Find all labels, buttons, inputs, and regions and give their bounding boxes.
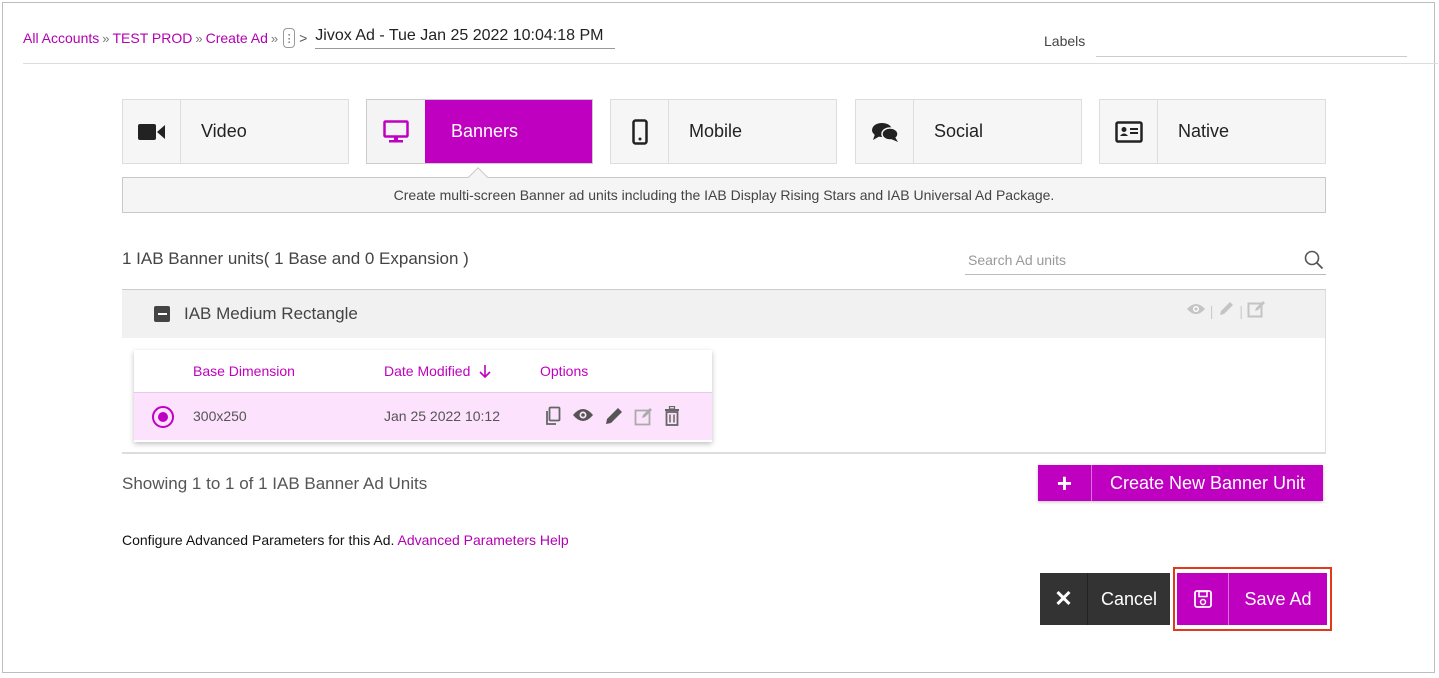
table-header: Base Dimension Date Modified Options xyxy=(134,350,712,392)
cancel-button[interactable]: ✕ Cancel xyxy=(1040,573,1170,625)
plus-icon: + xyxy=(1038,465,1092,501)
tab-description: Create multi-screen Banner ad units incl… xyxy=(122,177,1326,213)
column-label: Date Modified xyxy=(384,363,471,379)
video-camera-icon xyxy=(123,100,181,163)
save-ad-button[interactable]: Save Ad xyxy=(1177,573,1327,625)
button-label: Save Ad xyxy=(1244,588,1312,609)
tab-label: Banners xyxy=(425,100,592,163)
sort-down-arrow-icon xyxy=(479,365,491,379)
search-box xyxy=(965,245,1326,275)
breadcrumb: All Accounts » TEST PROD » Create Ad » ⋮… xyxy=(23,27,616,49)
close-icon: ✕ xyxy=(1040,573,1088,625)
edit-square-icon[interactable] xyxy=(634,406,654,429)
column-options: Options xyxy=(540,363,589,379)
breadcrumb-test-prod[interactable]: TEST PROD xyxy=(113,30,193,46)
advanced-text: Configure Advanced Parameters for this A… xyxy=(122,532,395,548)
group-actions: | | xyxy=(1186,300,1267,321)
group-title: IAB Medium Rectangle xyxy=(184,304,358,323)
ad-unit-group: IAB Medium Rectangle | | Base Dimension … xyxy=(122,289,1326,454)
labels-input[interactable] xyxy=(1096,31,1407,57)
pencil-icon[interactable] xyxy=(1217,300,1235,321)
labels-label: Labels xyxy=(1044,33,1086,49)
row-date-modified: Jan 25 2022 10:12 xyxy=(384,408,500,424)
mobile-phone-icon xyxy=(611,100,669,163)
action-divider: | xyxy=(1209,302,1214,319)
desktop-monitor-icon xyxy=(367,100,425,163)
tab-video[interactable]: Video xyxy=(122,99,349,164)
tab-native[interactable]: Native xyxy=(1099,99,1326,164)
chat-bubbles-icon xyxy=(856,100,914,163)
create-new-banner-unit-button[interactable]: + Create New Banner Unit xyxy=(1038,465,1323,501)
tab-label: Social xyxy=(934,121,984,141)
ad-name-input[interactable] xyxy=(315,27,616,49)
group-header: IAB Medium Rectangle xyxy=(122,290,1325,338)
breadcrumb-separator: » xyxy=(270,30,279,46)
button-label: Cancel xyxy=(1100,588,1158,609)
id-card-icon xyxy=(1100,100,1158,163)
breadcrumb-create-ad[interactable]: Create Ad xyxy=(206,30,268,46)
edit-square-icon[interactable] xyxy=(1247,300,1267,321)
search-input[interactable] xyxy=(965,251,1302,268)
search-icon[interactable] xyxy=(1302,250,1326,270)
row-radio-selected[interactable] xyxy=(152,406,174,428)
advanced-parameters: Configure Advanced Parameters for this A… xyxy=(122,532,569,548)
collapse-icon[interactable] xyxy=(154,306,170,322)
units-summary: 1 IAB Banner units( 1 Base and 0 Expansi… xyxy=(122,249,469,268)
breadcrumb-arrow: > xyxy=(299,30,308,46)
ad-unit-table: Base Dimension Date Modified Options 300… xyxy=(134,350,712,442)
tab-mobile[interactable]: Mobile xyxy=(610,99,837,164)
more-menu-icon[interactable]: ⋮ xyxy=(283,28,296,48)
pagination-summary: Showing 1 to 1 of 1 IAB Banner Ad Units xyxy=(122,474,428,493)
tab-label: Video xyxy=(201,121,247,141)
button-label: Create New Banner Unit xyxy=(1109,472,1306,493)
floppy-disk-icon xyxy=(1177,573,1229,625)
tab-social[interactable]: Social xyxy=(855,99,1082,164)
tab-label: Mobile xyxy=(689,121,743,141)
copy-icon[interactable] xyxy=(544,406,562,429)
breadcrumb-separator: » xyxy=(102,30,110,46)
row-options xyxy=(544,405,680,429)
trash-icon[interactable] xyxy=(664,405,680,429)
breadcrumb-separator: » xyxy=(195,30,203,46)
column-base-dimension[interactable]: Base Dimension xyxy=(193,363,295,379)
row-dimension: 300x250 xyxy=(193,408,247,424)
eye-icon[interactable] xyxy=(572,406,594,429)
eye-icon[interactable] xyxy=(1186,302,1206,319)
action-divider: | xyxy=(1239,302,1243,319)
header-divider xyxy=(23,63,1438,64)
pencil-icon[interactable] xyxy=(604,406,624,429)
table-row[interactable]: 300x250 Jan 25 2022 10:12 xyxy=(134,392,712,440)
advanced-parameters-help-link[interactable]: Advanced Parameters Help xyxy=(398,532,569,548)
tab-label: Native xyxy=(1178,121,1230,141)
column-date-modified[interactable]: Date Modified xyxy=(384,363,492,379)
tab-banners[interactable]: Banners xyxy=(366,99,593,164)
breadcrumb-all-accounts[interactable]: All Accounts xyxy=(23,30,99,46)
